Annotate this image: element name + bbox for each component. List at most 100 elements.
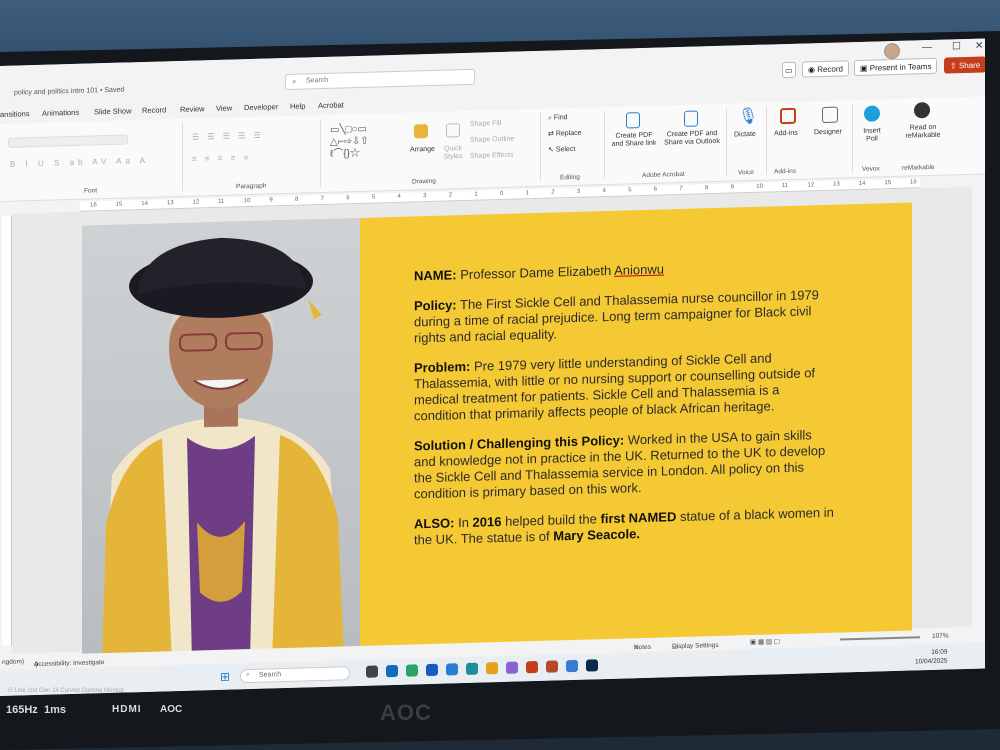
tab-slide-show[interactable]: Slide Show: [94, 106, 132, 116]
teams-icon: ▣: [860, 63, 870, 73]
ruler-tick: 11: [218, 198, 225, 205]
ruler-tick: 0: [500, 190, 504, 198]
document-title[interactable]: policy and politics intro 101 • Saved: [14, 87, 124, 97]
tab-record[interactable]: Record: [142, 105, 166, 115]
vevox-poll-icon: [864, 105, 880, 122]
close-button[interactable]: ✕: [975, 41, 983, 52]
ruler-tick: 11: [781, 182, 789, 190]
insert-poll-button[interactable]: Insert Poll: [860, 127, 884, 144]
vertical-ruler[interactable]: [2, 215, 12, 646]
windows-start-icon[interactable]: ⊞: [220, 670, 230, 684]
ruler-tick: 8: [295, 196, 299, 203]
separator: [320, 119, 321, 188]
ruler-tick: 3: [576, 188, 581, 195]
maximize-button[interactable]: ☐: [952, 41, 961, 52]
ruler-tick: 10: [243, 198, 251, 205]
find-button[interactable]: ⌕ Find: [548, 114, 568, 123]
separator: [604, 111, 605, 180]
select-button[interactable]: ↖ Select: [548, 146, 575, 155]
shapes-gallery[interactable]: ▭╲□○▭ △⌐⇨⇩⇧ ℓ⌒{}☆: [330, 124, 369, 161]
minimize-button[interactable]: —: [922, 42, 932, 53]
portrait-photo[interactable]: [82, 217, 360, 666]
pdf-link-icon: [626, 112, 640, 129]
addins-button[interactable]: Add-ins: [774, 130, 798, 139]
ruler-tick: 5: [628, 187, 632, 194]
monitor-brand-logo: AOC: [380, 700, 432, 725]
word-icon[interactable]: [426, 663, 438, 677]
ruler-tick: 10: [756, 183, 763, 190]
microphone-icon: 🎙: [738, 107, 759, 126]
ruler-tick: 14: [141, 200, 148, 208]
comments-button[interactable]: ▭: [782, 61, 796, 79]
ruler-tick: 9: [269, 197, 273, 204]
language-status[interactable]: ngdom): [2, 658, 24, 666]
name-paragraph: NAME: Professor Dame Elizabeth Anionwu: [414, 261, 665, 284]
taskbar-clock[interactable]: 16:09 10/04/2025: [915, 648, 948, 667]
search-box[interactable]: ⌕ Search: [285, 68, 475, 91]
ruler-tick: 8: [705, 185, 709, 192]
acrobat-icon[interactable]: [546, 660, 558, 673]
tab-developer[interactable]: Developer: [244, 102, 278, 112]
edge-icon[interactable]: [406, 664, 418, 677]
tab-transitions[interactable]: ansitions: [0, 109, 30, 119]
photoshop-icon[interactable]: [586, 659, 598, 672]
slide-editing-area[interactable]: NAME: Professor Dame Elizabeth Anionwu P…: [12, 186, 972, 666]
zoom-level[interactable]: 107%: [932, 633, 949, 640]
ruler-tick: 1: [525, 190, 529, 197]
tab-help[interactable]: Help: [290, 101, 305, 110]
view-buttons[interactable]: ▣ ▦ ▤ ▢: [750, 637, 780, 646]
slide[interactable]: NAME: Professor Dame Elizabeth Anionwu P…: [82, 202, 912, 666]
solution-paragraph: Solution / Challenging this Policy: Work…: [414, 427, 826, 502]
arrange-button[interactable]: Arrange: [410, 146, 435, 155]
app-icon[interactable]: [566, 659, 578, 673]
app-icon[interactable]: [466, 662, 478, 675]
shape-effects-button[interactable]: Shape Effects: [470, 152, 513, 162]
create-pdf-outlook-button[interactable]: Create PDF and Share via Outlook: [662, 130, 722, 148]
powerpoint-icon[interactable]: [526, 660, 538, 674]
tab-animations[interactable]: Animations: [42, 108, 79, 118]
share-button[interactable]: ⇪ Share: [944, 56, 985, 74]
font-format-buttons[interactable]: B I U S ab AV Aa A: [10, 156, 149, 169]
group-drawing-label: Drawing: [412, 177, 436, 186]
tab-acrobat[interactable]: Acrobat: [318, 100, 344, 110]
font-name-box[interactable]: [8, 134, 128, 148]
dictate-button[interactable]: Dictate: [734, 131, 756, 140]
quick-styles-button[interactable]: Quick Styles: [442, 145, 464, 162]
remarkable-icon: [914, 102, 930, 119]
zoom-slider[interactable]: [840, 636, 920, 641]
ruler-tick: 13: [833, 181, 840, 188]
tab-view[interactable]: View: [216, 104, 232, 113]
shape-fill-button[interactable]: Shape Fill: [470, 120, 501, 129]
outlook-icon[interactable]: [386, 664, 398, 678]
slide-body-text[interactable]: NAME: Professor Dame Elizabeth Anionwu P…: [414, 257, 834, 563]
replace-button[interactable]: ⇄ Replace: [548, 130, 582, 139]
designer-button[interactable]: Designer: [814, 128, 842, 137]
shape-outline-button[interactable]: Shape Outline: [470, 136, 514, 146]
record-icon: ◉: [808, 65, 818, 75]
group-adobe-label: Adobe Acrobat: [642, 170, 685, 180]
separator: [726, 107, 727, 176]
search-icon: ⌕: [246, 671, 250, 679]
group-remarkable-label: reMarkable: [902, 163, 935, 172]
arrange-icon: [414, 124, 428, 139]
tab-review[interactable]: Review: [180, 104, 205, 114]
separator: [182, 122, 183, 191]
separator: [852, 104, 853, 173]
task-view-icon[interactable]: [366, 665, 378, 678]
ruler-tick: 15: [115, 201, 123, 208]
ruler-tick: 16: [910, 179, 917, 186]
present-in-teams-button[interactable]: ▣ Present in Teams: [854, 57, 938, 77]
taskbar-search[interactable]: ⌕ Search: [240, 666, 350, 684]
read-on-remarkable-button[interactable]: Read on reMarkable: [896, 123, 950, 141]
todo-icon[interactable]: [446, 663, 458, 676]
group-font-label: Font: [84, 187, 98, 195]
group-paragraph-label: Paragraph: [236, 182, 267, 191]
teams-icon[interactable]: [506, 661, 518, 674]
paragraph-align-buttons[interactable]: ≡ ≡ ≡ ≡ ≡: [192, 153, 251, 164]
explorer-icon[interactable]: [486, 662, 498, 675]
record-button[interactable]: ◉ Record: [802, 60, 849, 78]
paragraph-list-buttons[interactable]: ☰ ☰ ☰ ☰ ☰: [192, 131, 264, 143]
ruler-tick: 14: [858, 180, 866, 188]
create-pdf-share-link-button[interactable]: Create PDF and Share link: [610, 132, 658, 150]
user-avatar[interactable]: [884, 42, 900, 60]
